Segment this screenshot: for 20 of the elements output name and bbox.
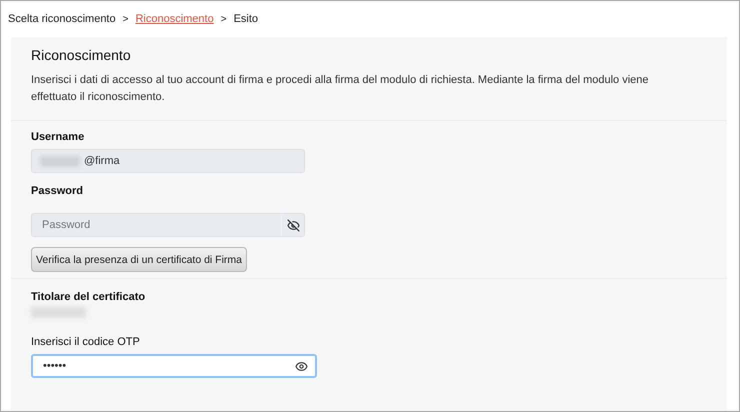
password-field[interactable]: Password: [31, 213, 305, 237]
otp-label: Inserisci il codice OTP: [31, 336, 141, 348]
breadcrumb-link[interactable]: Riconoscimento: [135, 13, 214, 25]
breadcrumb-link[interactable]: Scelta riconoscimento: [8, 13, 116, 25]
username-field[interactable]: @firma: [31, 149, 305, 173]
eye-icon[interactable]: [294, 360, 308, 372]
verify-certificate-button[interactable]: Verifica la presenza di un certificato di Firma: [31, 247, 248, 272]
username-input[interactable]: @firma: [82, 154, 304, 168]
username-label: Username: [31, 131, 86, 143]
holder-label: Titolare del certificato: [31, 291, 146, 303]
card-description: Inserisci i dati di accesso al tuo account di firma e procedi alla firma del modulo di richiesta. Mediante la firma del modulo viene effettuato il riconoscimento.: [31, 73, 650, 105]
otp-field[interactable]: ••••••: [31, 354, 317, 378]
breadcrumb-separator: >: [122, 14, 128, 24]
password-input[interactable]: Password: [40, 218, 281, 232]
password-label: Password: [31, 185, 84, 197]
breadcrumb-separator: >: [220, 14, 227, 24]
otp-input[interactable]: ••••••: [41, 359, 287, 373]
breadcrumb-link[interactable]: Esito: [234, 13, 258, 25]
eye-slash-icon[interactable]: [286, 218, 300, 232]
card-title: Riconoscimento: [31, 47, 132, 63]
